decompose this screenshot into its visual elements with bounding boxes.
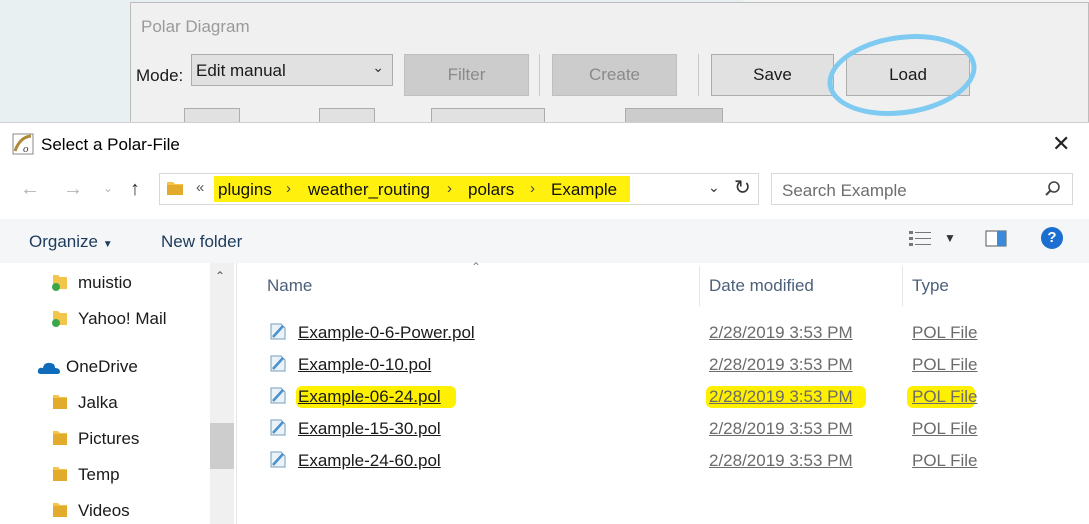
file-type: POL File (912, 387, 978, 406)
folder-icon (53, 467, 67, 481)
breadcrumb-separator-icon[interactable]: › (447, 180, 452, 197)
scroll-up-icon[interactable]: ⌃ (215, 269, 225, 283)
new-folder-button[interactable]: New folder (161, 232, 242, 252)
pol-file-icon (270, 419, 286, 436)
file-date: 2/28/2019 3:53 PM (709, 419, 853, 438)
app-icon: o (12, 133, 34, 155)
save-button[interactable]: Save (711, 54, 834, 96)
file-name[interactable]: Example-0-10.pol (298, 355, 431, 375)
up-arrow-icon[interactable]: ↑ (130, 178, 140, 201)
caret-down-icon[interactable]: ▼ (944, 231, 956, 245)
column-divider[interactable] (699, 266, 700, 306)
file-dialog: o Select a Polar-File ✕ ← → ⌄ ↑ « plugin… (0, 122, 1089, 524)
caret-down-icon: ▼ (102, 239, 113, 250)
organize-menu[interactable]: Organize ▼ (29, 232, 113, 252)
breadcrumb-separator-icon[interactable]: › (286, 180, 291, 197)
close-icon[interactable]: ✕ (1052, 131, 1070, 157)
file-row[interactable]: Example-24-60.pol 2/28/2019 3:53 PM POL … (262, 446, 1022, 476)
pol-file-icon (270, 451, 286, 468)
file-date: 2/28/2019 3:53 PM (709, 355, 853, 374)
scrollbar-thumb[interactable] (210, 423, 234, 469)
polar-window-title: Polar Diagram (141, 17, 250, 36)
search-icon[interactable] (1044, 180, 1062, 198)
breadcrumb-overflow-icon[interactable]: « (196, 179, 204, 196)
search-input[interactable]: Search Example (782, 181, 907, 201)
forward-arrow-icon[interactable]: → (63, 178, 83, 201)
onedrive-cloud-icon (37, 362, 60, 374)
nav-item-jalka[interactable]: Jalka (78, 393, 118, 413)
refresh-icon[interactable]: ↻ (734, 175, 751, 200)
nav-item-videos[interactable]: Videos (78, 501, 130, 521)
breadcrumb-item[interactable]: weather_routing (308, 180, 430, 200)
folder-icon (167, 182, 183, 195)
dialog-title: Select a Polar-File (41, 135, 180, 154)
organize-label: Organize (29, 232, 98, 251)
pol-file-icon (270, 387, 286, 404)
mode-select[interactable]: Edit manual ⌄ (191, 54, 393, 86)
desktop-background (0, 0, 130, 130)
file-name[interactable]: Example-15-30.pol (298, 419, 441, 439)
file-name[interactable]: Example-24-60.pol (298, 451, 441, 471)
file-type: POL File (912, 419, 978, 438)
filter-button[interactable]: Filter (404, 54, 529, 96)
file-name[interactable]: Example-06-24.pol (298, 387, 441, 407)
sort-ascending-icon: ⌃ (471, 260, 482, 274)
separator (539, 54, 540, 96)
folder-icon (53, 503, 67, 517)
column-header-type[interactable]: Type (912, 276, 949, 296)
file-type: POL File (912, 451, 978, 470)
column-header-date[interactable]: Date modified (709, 276, 814, 296)
file-row[interactable]: Example-15-30.pol 2/28/2019 3:53 PM POL … (262, 414, 1022, 444)
navigation-pane: muistio Yahoo! Mail OneDrive Jalka Pictu… (0, 263, 237, 524)
mode-label: Mode: (136, 66, 184, 85)
chevron-down-icon[interactable]: ⌄ (708, 179, 720, 196)
address-bar[interactable]: « plugins › weather_routing › polars › E… (159, 173, 759, 205)
file-date: 2/28/2019 3:53 PM (709, 451, 853, 470)
breadcrumb-item[interactable]: Example (551, 180, 617, 200)
breadcrumb-item[interactable]: plugins (218, 180, 272, 200)
folder-icon (53, 431, 67, 445)
nav-scrollbar[interactable]: ⌃ (210, 263, 234, 524)
file-row[interactable]: Example-0-6-Power.pol 2/28/2019 3:53 PM … (262, 318, 1022, 348)
nav-item-temp[interactable]: Temp (78, 465, 120, 485)
shared-folder-icon (52, 275, 67, 291)
view-options-icon[interactable] (908, 229, 932, 249)
file-row-highlighted[interactable]: Example-06-24.pol 2/28/2019 3:53 PM POL … (262, 382, 1022, 412)
nav-item-muistio[interactable]: muistio (78, 273, 132, 293)
create-button[interactable]: Create (552, 54, 677, 96)
breadcrumb-separator-icon[interactable]: › (530, 180, 535, 197)
folder-icon (53, 395, 67, 409)
nav-item-yahoo-mail[interactable]: Yahoo! Mail (78, 309, 167, 329)
pol-file-icon (270, 323, 286, 340)
breadcrumb-item[interactable]: polars (468, 180, 514, 200)
mode-select-value: Edit manual (196, 61, 286, 80)
nav-item-pictures[interactable]: Pictures (78, 429, 139, 449)
file-date: 2/28/2019 3:53 PM (709, 323, 853, 342)
command-toolbar: Organize ▼ New folder ▼ ? (0, 219, 1089, 263)
file-type: POL File (912, 323, 978, 342)
file-name[interactable]: Example-0-6-Power.pol (298, 323, 475, 343)
search-box[interactable]: Search Example (771, 173, 1073, 205)
file-date: 2/28/2019 3:53 PM (709, 387, 853, 406)
shared-folder-icon (52, 311, 67, 327)
help-icon[interactable]: ? (1041, 227, 1063, 249)
recent-locations-icon[interactable]: ⌄ (103, 181, 113, 195)
file-type: POL File (912, 355, 978, 374)
preview-pane-icon[interactable] (985, 230, 1007, 247)
file-row[interactable]: Example-0-10.pol 2/28/2019 3:53 PM POL F… (262, 350, 1022, 380)
nav-item-onedrive[interactable]: OneDrive (66, 357, 138, 377)
back-arrow-icon[interactable]: ← (20, 178, 40, 201)
column-header-name[interactable]: Name (267, 276, 312, 296)
chevron-down-icon: ⌄ (372, 59, 384, 75)
svg-text:o: o (23, 143, 29, 155)
separator (698, 54, 699, 96)
column-divider[interactable] (902, 266, 903, 306)
pol-file-icon (270, 355, 286, 372)
